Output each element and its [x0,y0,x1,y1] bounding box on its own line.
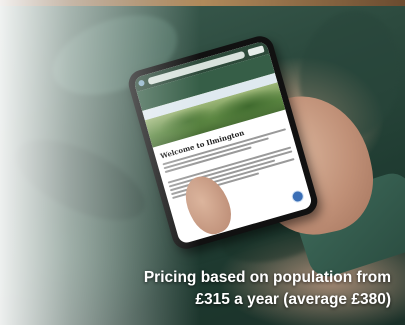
caption-line-1: Pricing based on population from [143,269,391,286]
accessibility-badge-icon [290,189,306,204]
browser-menu [247,44,265,56]
pricing-caption: Pricing based on population from £315 a … [144,267,391,311]
caption-line-2: £315 a year (average £380) [195,291,391,308]
